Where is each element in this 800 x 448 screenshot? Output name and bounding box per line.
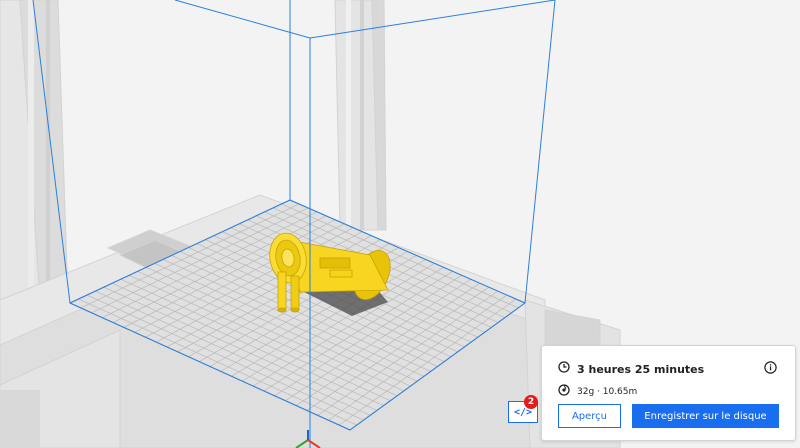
notification-badge: 2 — [524, 395, 538, 409]
spool-icon — [558, 383, 570, 401]
info-icon[interactable] — [764, 361, 777, 379]
print-summary-panel: 3 heures 25 minutes 32g · 10.65m Aperçu … — [541, 345, 796, 441]
print-time-row: 3 heures 25 minutes — [558, 360, 704, 378]
save-to-disk-button[interactable]: Enregistrer sur le disque — [632, 404, 779, 428]
clock-icon — [558, 360, 570, 378]
material-usage: 32g · 10.65m — [577, 387, 638, 397]
print-time: 3 heures 25 minutes — [577, 362, 705, 376]
material-row: 32g · 10.65m — [558, 383, 637, 401]
preview-button[interactable]: Aperçu — [558, 404, 621, 428]
